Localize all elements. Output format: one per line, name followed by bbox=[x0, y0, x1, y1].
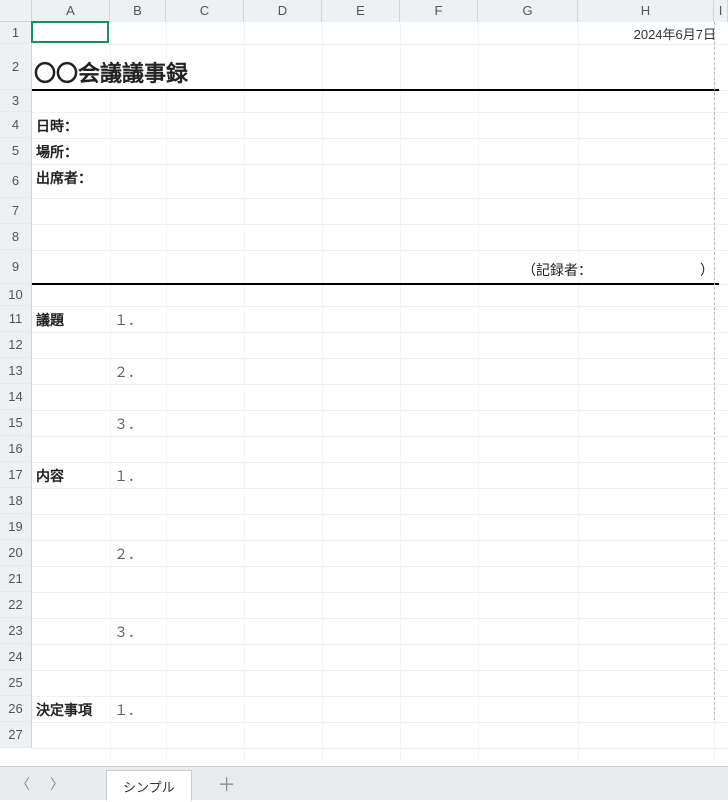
col-header-I[interactable]: I bbox=[714, 0, 728, 22]
row-header-25[interactable]: 25 bbox=[0, 670, 32, 696]
recorder-underline bbox=[32, 283, 719, 285]
content-1: １． bbox=[114, 466, 142, 486]
label-attendees: 出席者： bbox=[36, 168, 92, 188]
col-header-G[interactable]: G bbox=[478, 0, 578, 22]
row-header-27[interactable]: 27 bbox=[0, 722, 32, 748]
cell-area[interactable]: 2024年6月7日 〇〇会議議事録 日時： 場所： 出席者： （記録者： ） 議… bbox=[32, 22, 728, 760]
row-header-15[interactable]: 15 bbox=[0, 410, 32, 436]
sheet-tab-active[interactable]: シンプル bbox=[106, 770, 192, 802]
agenda-1: １． bbox=[114, 310, 142, 330]
agenda-2: ２． bbox=[114, 362, 142, 382]
title-underline bbox=[32, 89, 719, 91]
row-header-6[interactable]: 6 bbox=[0, 164, 32, 198]
row-header-13[interactable]: 13 bbox=[0, 358, 32, 384]
col-header-A[interactable]: A bbox=[32, 0, 110, 22]
row-header-21[interactable]: 21 bbox=[0, 566, 32, 592]
row-header-11[interactable]: 11 bbox=[0, 306, 32, 332]
doc-title: 〇〇会議議事録 bbox=[34, 56, 188, 88]
sheet-tab-bar: 〈 〉 シンプル ＋ bbox=[0, 766, 728, 800]
row-header-3[interactable]: 3 bbox=[0, 90, 32, 112]
label-recorder-close: ） bbox=[700, 260, 714, 280]
content-2: ２． bbox=[114, 544, 142, 564]
row-header-18[interactable]: 18 bbox=[0, 488, 32, 514]
row-header-23[interactable]: 23 bbox=[0, 618, 32, 644]
label-datetime: 日時： bbox=[36, 116, 78, 136]
col-header-B[interactable]: B bbox=[110, 0, 166, 22]
row-header-22[interactable]: 22 bbox=[0, 592, 32, 618]
label-content: 内容 bbox=[36, 466, 64, 486]
decision-1: １． bbox=[114, 700, 142, 720]
row-header-2[interactable]: 2 bbox=[0, 44, 32, 90]
doc-date: 2024年6月7日 bbox=[634, 24, 716, 43]
row-header-14[interactable]: 14 bbox=[0, 384, 32, 410]
row-header-19[interactable]: 19 bbox=[0, 514, 32, 540]
add-sheet-button[interactable]: ＋ bbox=[200, 771, 254, 797]
tab-nav-prev[interactable]: 〈 bbox=[10, 772, 36, 796]
col-header-H[interactable]: H bbox=[578, 0, 714, 22]
col-header-E[interactable]: E bbox=[322, 0, 400, 22]
spreadsheet-grid: ABCDEFGHI 123456789101112131415161718192… bbox=[0, 0, 728, 760]
label-agenda: 議題 bbox=[36, 310, 64, 330]
label-decisions: 決定事項 bbox=[36, 700, 92, 720]
row-header-10[interactable]: 10 bbox=[0, 284, 32, 306]
content-3: ３． bbox=[114, 622, 142, 642]
label-place: 場所： bbox=[36, 142, 78, 162]
tab-nav-next[interactable]: 〉 bbox=[44, 772, 70, 796]
row-header-7[interactable]: 7 bbox=[0, 198, 32, 224]
row-header-20[interactable]: 20 bbox=[0, 540, 32, 566]
select-all-corner[interactable] bbox=[0, 0, 32, 22]
row-header-5[interactable]: 5 bbox=[0, 138, 32, 164]
col-header-F[interactable]: F bbox=[400, 0, 478, 22]
row-header-16[interactable]: 16 bbox=[0, 436, 32, 462]
row-header-8[interactable]: 8 bbox=[0, 224, 32, 250]
agenda-3: ３． bbox=[114, 414, 142, 434]
active-cell[interactable] bbox=[31, 21, 109, 43]
row-header-12[interactable]: 12 bbox=[0, 332, 32, 358]
row-header-17[interactable]: 17 bbox=[0, 462, 32, 488]
row-header-1[interactable]: 1 bbox=[0, 22, 32, 44]
row-header-24[interactable]: 24 bbox=[0, 644, 32, 670]
row-header-4[interactable]: 4 bbox=[0, 112, 32, 138]
col-header-C[interactable]: C bbox=[166, 0, 244, 22]
label-recorder-open: （記録者： bbox=[522, 260, 592, 280]
page-break-line bbox=[714, 22, 715, 720]
row-header-26[interactable]: 26 bbox=[0, 696, 32, 722]
row-header-9[interactable]: 9 bbox=[0, 250, 32, 284]
col-header-D[interactable]: D bbox=[244, 0, 322, 22]
